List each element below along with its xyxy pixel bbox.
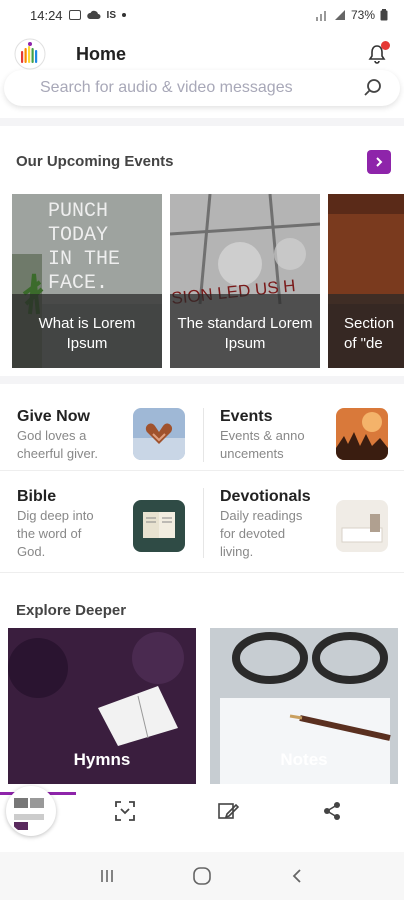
open-bible-icon [133, 500, 185, 552]
explore-section-title: Explore Deeper [16, 602, 127, 619]
status-extra: IS [106, 9, 116, 21]
explore-card-label: Hymns [73, 750, 131, 769]
search-icon[interactable] [362, 77, 384, 99]
svg-text:TODAY: TODAY [48, 224, 108, 247]
event-card[interactable]: SION LED US H The standard Lorem Ipsum [170, 194, 320, 368]
book-desk-icon [336, 500, 388, 552]
section-divider [0, 572, 404, 573]
chevron-right-icon [376, 157, 383, 167]
battery-percent: 73% [350, 8, 375, 22]
tile-row-divider [0, 470, 404, 471]
svg-text:FACE.: FACE. [48, 272, 108, 295]
tile-separator [203, 408, 204, 462]
tile-separator [203, 488, 204, 558]
event-caption: What is Lorem Ipsum [38, 315, 136, 352]
scan-icon[interactable] [113, 799, 137, 823]
hymns-card[interactable]: Hymns [8, 628, 196, 784]
back-icon[interactable] [288, 867, 306, 885]
battery-icon [380, 9, 388, 21]
search-input[interactable] [40, 79, 362, 97]
screenshot-thumbnail[interactable] [6, 786, 56, 836]
concert-crowd-icon [336, 408, 388, 460]
notification-dot-icon [122, 13, 126, 17]
gallery-icon [68, 10, 81, 20]
notification-button[interactable] [364, 41, 390, 67]
screenshot-toolbar [6, 785, 398, 837]
devotionals-tile[interactable]: Devotionals Daily readings for devoted l… [220, 488, 392, 560]
signal-icon [315, 11, 326, 21]
notes-card[interactable]: Notes [210, 628, 398, 784]
events-section-title: Our Upcoming Events [16, 153, 174, 170]
system-nav-bar [0, 852, 404, 900]
search-bar [4, 70, 400, 106]
event-card[interactable]: Section of "de [328, 194, 404, 368]
events-carousel[interactable]: PUNCH TODAY IN THE FACE. What is Lorem I… [8, 190, 404, 376]
share-icon[interactable] [320, 799, 344, 823]
event-caption: Section of "de [344, 315, 395, 352]
app-logo[interactable] [14, 38, 46, 70]
recents-icon[interactable] [98, 867, 116, 885]
event-caption: The standard Lorem Ipsum [177, 315, 313, 352]
bible-tile[interactable]: Bible Dig deep into the word of God. [17, 488, 189, 560]
cellular-icon [334, 10, 345, 20]
page-title: Home [76, 43, 127, 64]
home-icon[interactable] [192, 866, 212, 886]
cloud-icon [86, 10, 101, 19]
section-divider [0, 118, 404, 126]
edit-icon[interactable] [216, 799, 240, 823]
status-bar: 14:24 IS 73% [0, 0, 404, 30]
svg-text:IN THE: IN THE [48, 248, 120, 271]
status-time: 14:24 [30, 7, 63, 23]
notification-badge [381, 41, 390, 50]
event-card[interactable]: PUNCH TODAY IN THE FACE. What is Lorem I… [12, 194, 162, 368]
explore-card-label: Notes [280, 750, 328, 769]
section-divider [0, 376, 404, 384]
hands-heart-icon [133, 408, 185, 460]
svg-text:PUNCH: PUNCH [48, 200, 108, 223]
events-more-button[interactable] [367, 150, 391, 174]
